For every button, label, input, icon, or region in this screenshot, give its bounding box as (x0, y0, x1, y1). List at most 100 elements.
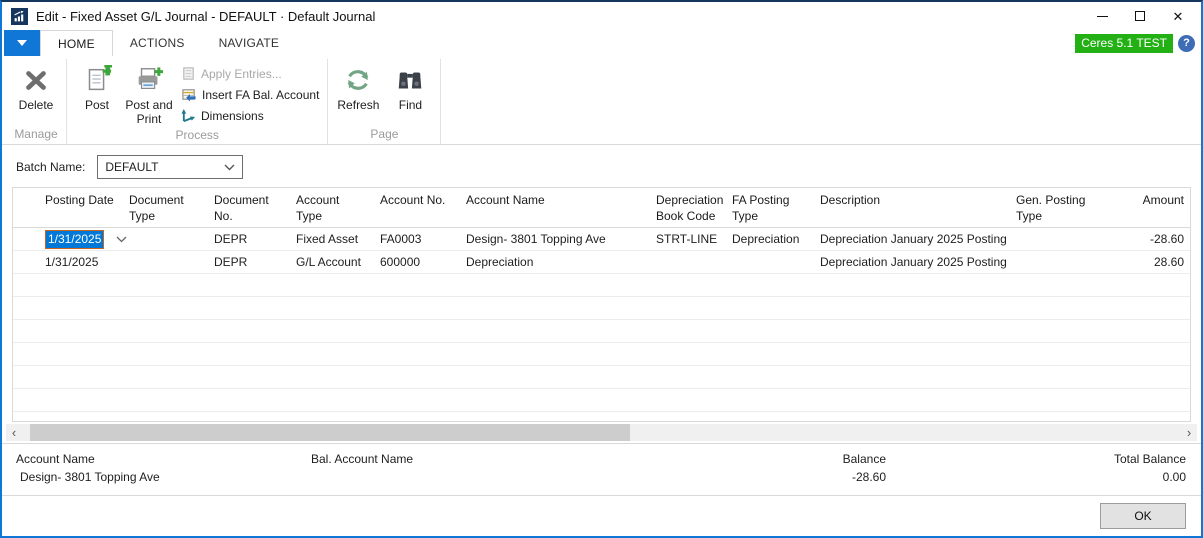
selected-cell-value[interactable]: 1/31/2025 (45, 230, 104, 249)
journal-grid: Posting Date Document Type Document No. … (12, 187, 1191, 422)
close-button[interactable]: ✕ (1159, 4, 1197, 28)
refresh-icon (343, 63, 373, 97)
scrollbar-track[interactable] (22, 424, 1181, 441)
posting-date-cell[interactable]: 1/31/2025 (39, 230, 123, 249)
document-no-cell[interactable]: DEPR (208, 255, 290, 269)
col-amount[interactable]: Amount (1102, 193, 1190, 224)
col-depreciation-book-code[interactable]: Depreciation Book Code (650, 193, 726, 224)
delete-button[interactable]: Delete (10, 59, 62, 126)
account-type-cell[interactable]: Fixed Asset (290, 232, 374, 246)
table-row-empty[interactable] (13, 412, 1190, 422)
total-balance-value: 0.00 (886, 469, 1186, 486)
minimize-button[interactable] (1083, 4, 1121, 28)
table-row-empty[interactable] (13, 297, 1190, 320)
window-title: Edit - Fixed Asset G/L Journal - DEFAULT… (36, 9, 375, 24)
batch-name-combobox[interactable]: DEFAULT (97, 155, 243, 179)
title-bar: Edit - Fixed Asset G/L Journal - DEFAULT… (2, 2, 1201, 30)
col-document-no[interactable]: Document No. (208, 193, 290, 224)
ribbon-group-process: Post Post and Print (67, 59, 328, 144)
batch-name-value: DEFAULT (105, 160, 158, 174)
account-no-cell[interactable]: 600000 (374, 255, 460, 269)
total-balance-label: Total Balance (886, 451, 1186, 468)
chevron-down-icon (116, 236, 127, 243)
col-posting-date[interactable]: Posting Date (39, 193, 123, 224)
scrollbar-thumb[interactable] (30, 424, 630, 441)
table-row[interactable]: 1/31/2025 DEPR G/L Account 600000 Deprec… (13, 251, 1190, 274)
tab-actions[interactable]: ACTIONS (113, 30, 202, 56)
post-and-print-button[interactable]: Post and Print (123, 59, 175, 127)
posting-date-cell[interactable]: 1/31/2025 (39, 255, 123, 269)
fa-posting-type-cell[interactable]: Depreciation (726, 232, 814, 246)
table-row-empty[interactable] (13, 366, 1190, 389)
balance-value: -28.60 (696, 469, 886, 486)
col-document-type[interactable]: Document Type (123, 193, 208, 224)
account-name-label: Account Name (16, 451, 311, 468)
maximize-icon (1135, 11, 1145, 21)
document-no-cell[interactable]: DEPR (208, 232, 290, 246)
post-and-print-icon (134, 63, 164, 97)
app-chart-icon (11, 8, 28, 25)
bal-account-name-label: Bal. Account Name (311, 451, 696, 468)
tab-navigate[interactable]: NAVIGATE (202, 30, 297, 56)
dimensions-icon (181, 108, 196, 123)
insert-fa-bal-account-icon (181, 87, 197, 102)
dimensions-button[interactable]: Dimensions (181, 107, 319, 124)
close-icon: ✕ (1173, 10, 1184, 23)
account-no-cell[interactable]: FA0003 (374, 232, 460, 246)
amount-cell[interactable]: 28.60 (1102, 255, 1190, 269)
table-row-empty[interactable] (13, 320, 1190, 343)
table-row-empty[interactable] (13, 343, 1190, 366)
chevron-down-icon (17, 40, 27, 46)
maximize-button[interactable] (1121, 4, 1159, 28)
group-label-process: Process (71, 127, 323, 145)
group-label-manage: Manage (10, 126, 62, 144)
col-fa-posting-type[interactable]: FA Posting Type (726, 193, 814, 224)
description-cell[interactable]: Depreciation January 2025 Posting (814, 232, 1010, 246)
grid-header-row: Posting Date Document Type Document No. … (13, 188, 1190, 228)
batch-name-row: Batch Name: DEFAULT (2, 145, 1201, 187)
account-name-cell[interactable]: Depreciation (460, 255, 650, 269)
app-menu-button[interactable] (4, 30, 40, 56)
col-account-type[interactable]: Account Type (290, 193, 374, 224)
help-button[interactable]: ? (1178, 35, 1195, 52)
post-button[interactable]: Post (71, 59, 123, 127)
delete-icon (21, 63, 51, 97)
footer-info-panel: Account Name Bal. Account Name Balance T… (2, 443, 1201, 495)
chevron-down-icon (224, 164, 235, 171)
col-gen-posting-type[interactable]: Gen. Posting Type (1010, 193, 1102, 224)
scroll-right-arrow-icon[interactable]: › (1181, 424, 1197, 441)
col-description[interactable]: Description (814, 193, 1010, 224)
balance-label: Balance (696, 451, 886, 468)
table-row-empty[interactable] (13, 274, 1190, 297)
apply-entries-button[interactable]: Apply Entries... (181, 65, 319, 82)
depreciation-book-code-cell[interactable]: STRT-LINE (650, 232, 726, 246)
col-account-name[interactable]: Account Name (460, 193, 650, 224)
tab-home[interactable]: HOME (40, 30, 113, 56)
find-icon (395, 63, 425, 97)
ribbon-group-manage: Delete Manage (6, 59, 67, 144)
account-name-cell[interactable]: Design- 3801 Topping Ave (460, 232, 650, 246)
post-icon (82, 63, 112, 97)
bal-account-name-value (311, 469, 696, 486)
refresh-button[interactable]: Refresh (332, 59, 384, 126)
account-type-cell[interactable]: G/L Account (290, 255, 374, 269)
ribbon: Delete Manage (2, 56, 1201, 145)
scroll-left-arrow-icon[interactable]: ‹ (6, 424, 22, 441)
row-selector-header (13, 193, 39, 224)
help-icon: ? (1183, 37, 1190, 49)
ok-button[interactable]: OK (1100, 503, 1186, 529)
environment-badge: Ceres 5.1 TEST (1075, 34, 1173, 53)
date-picker-dropdown[interactable] (116, 236, 127, 243)
col-account-no[interactable]: Account No. (374, 193, 460, 224)
amount-cell[interactable]: -28.60 (1102, 232, 1190, 246)
horizontal-scrollbar[interactable]: ‹ › (6, 424, 1197, 441)
ribbon-group-page: Refresh (328, 59, 441, 144)
group-label-page: Page (332, 126, 436, 144)
table-row-empty[interactable] (13, 389, 1190, 412)
minimize-icon (1097, 16, 1108, 17)
description-cell[interactable]: Depreciation January 2025 Posting (814, 255, 1010, 269)
table-row[interactable]: 1/31/2025 DEPR Fixed Asset FA0003 Design… (13, 228, 1190, 251)
insert-fa-bal-account-button[interactable]: Insert FA Bal. Account (181, 86, 319, 103)
batch-name-label: Batch Name: (16, 160, 85, 174)
find-button[interactable]: Find (384, 59, 436, 126)
